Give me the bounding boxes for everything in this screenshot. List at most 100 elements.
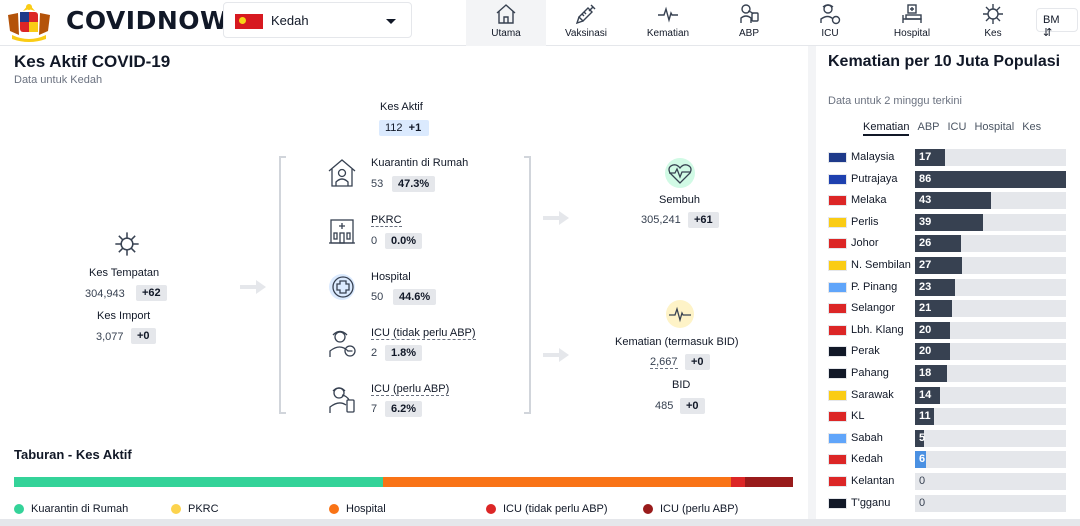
bid-delta: +0 <box>680 398 705 414</box>
ventilator-patient-icon <box>329 387 355 413</box>
bar-track: 11 <box>915 408 1066 426</box>
bar-value: 20 <box>919 323 932 336</box>
malaysia-coat-of-arms-logo[interactable] <box>2 1 56 43</box>
legend-label: ICU (perlu ABP) <box>660 503 739 515</box>
nav-kematian[interactable]: Kematian <box>628 0 708 46</box>
state-name: Putrajaya <box>851 172 898 185</box>
nav-hospital[interactable]: Hospital <box>872 0 952 46</box>
state-row[interactable]: Lbh. Klang 20 <box>828 321 1078 339</box>
distribution-title: Taburan - Kes Aktif <box>14 447 132 462</box>
kedah-flag-icon <box>235 14 263 29</box>
item-label: Hospital <box>371 271 411 283</box>
nav-kes[interactable]: Kes <box>953 0 1033 46</box>
state-name: Perlis <box>851 215 879 228</box>
icu-patient-icon <box>329 330 356 357</box>
item-value: 50 <box>371 291 384 303</box>
legend-dot <box>486 504 496 514</box>
state-name: Johor <box>851 237 879 250</box>
panel-title: Kes Aktif COVID-19 <box>14 52 171 71</box>
item-pct: 1.8% <box>385 345 423 361</box>
legend-dot <box>329 504 339 514</box>
tab-icu[interactable]: ICU <box>948 121 967 136</box>
bid-label: BID <box>672 379 691 391</box>
nav-vaksinasi[interactable]: Vaksinasi <box>546 0 626 46</box>
tab-hospital[interactable]: Hospital <box>974 121 1014 136</box>
state-row[interactable]: Kedah 6 <box>828 451 1078 469</box>
bar-track: 26 <box>915 235 1066 253</box>
state-name: Selangor <box>851 302 896 315</box>
deaths-value[interactable]: 2,667 <box>650 356 678 369</box>
legend-label: ICU (tidak perlu ABP) <box>503 503 608 515</box>
legend-item-pkrc: PKRC <box>171 503 219 515</box>
legend-label: PKRC <box>188 503 219 515</box>
nav-icu[interactable]: ICU <box>790 0 870 46</box>
state-row[interactable]: Kelantan 0 <box>828 473 1078 490</box>
state-row[interactable]: Melaka 43 <box>828 192 1078 210</box>
nav-utama[interactable]: Utama <box>466 0 546 46</box>
tab-abp[interactable]: ABP <box>917 121 939 136</box>
tab-kes[interactable]: Kes <box>1022 121 1041 136</box>
active-cases-label: Kes Aktif <box>380 101 423 113</box>
state-row[interactable]: Perak 20 <box>828 343 1078 361</box>
state-row[interactable]: Pahang 18 <box>828 365 1078 382</box>
bar-value: 0 <box>919 475 926 487</box>
import-cases-delta: +0 <box>131 328 156 344</box>
state-select[interactable]: Kedah <box>223 2 412 38</box>
tab-kematian[interactable]: Kematian <box>863 121 910 136</box>
state-flag-icon <box>828 152 847 163</box>
state-row[interactable]: Perlis 39 <box>828 213 1078 231</box>
state-name: Pahang <box>851 367 889 379</box>
item-label: Kuarantin di Rumah <box>371 157 469 169</box>
item-label[interactable]: ICU (perlu ABP) <box>371 383 450 396</box>
state-row[interactable]: P. Pinang 23 <box>828 278 1078 296</box>
legend-dot <box>14 504 24 514</box>
hospital-bed-icon <box>902 4 922 23</box>
legend-dot <box>171 504 181 514</box>
distribution-segment <box>730 477 745 487</box>
local-cases-value: 304,943 <box>85 288 125 300</box>
bracket-left <box>279 156 286 414</box>
virus-icon <box>983 4 1003 24</box>
home-quarantine-icon <box>328 159 356 187</box>
nav-label: Hospital <box>893 28 931 39</box>
distribution-bar <box>14 477 794 487</box>
state-name: Melaka <box>851 194 887 207</box>
item-label[interactable]: PKRC <box>371 214 402 227</box>
state-flag-icon <box>828 346 847 358</box>
state-row[interactable]: Selangor 21 <box>828 300 1078 318</box>
bar-track: 0 <box>915 473 1066 490</box>
language-select[interactable]: BM ⇵ <box>1036 8 1078 39</box>
sort-arrows-icon: ⇵ <box>1043 27 1053 39</box>
state-row[interactable]: N. Sembilan 27 <box>828 257 1078 274</box>
recovered-delta: +61 <box>688 212 719 228</box>
state-flag-icon <box>828 324 847 336</box>
legend-item-icu-no-abp: ICU (tidak perlu ABP) <box>486 503 608 515</box>
state-name: KL <box>851 410 865 423</box>
state-row[interactable]: Sarawak 14 <box>828 386 1078 404</box>
top-header: COVIDNOW Kedah Utama Vaksinasi Kematian … <box>0 0 1080 46</box>
state-row[interactable]: Putrajaya 86 <box>828 170 1078 188</box>
item-label[interactable]: ICU (tidak perlu ABP) <box>371 327 476 340</box>
state-flag-icon <box>828 195 847 207</box>
state-row[interactable]: Malaysia 17 <box>828 149 1078 166</box>
active-cases-value: 112 <box>385 122 403 134</box>
bar-track: 0 <box>915 494 1066 512</box>
state-row[interactable]: KL 11 <box>828 408 1078 426</box>
state-name: Kelantan <box>851 475 895 487</box>
state-flag-icon <box>828 476 847 487</box>
item-pct: 6.2% <box>385 401 423 417</box>
bid-value: 485 <box>655 400 674 412</box>
item-pct: 44.6% <box>393 289 437 305</box>
brand-title[interactable]: COVIDNOW <box>66 6 228 35</box>
nav-label: ICU <box>821 28 839 39</box>
state-row[interactable]: Sabah 5 <box>828 429 1078 447</box>
heart-pulse-icon <box>665 158 695 188</box>
state-row[interactable]: T'gganu 0 <box>828 494 1078 512</box>
pulse-icon <box>666 300 694 328</box>
nav-abp[interactable]: ABP <box>709 0 789 46</box>
deaths-per-10m-panel: Kematian per 10 Juta Populasi Data untuk… <box>816 46 1080 526</box>
state-row[interactable]: Johor 26 <box>828 235 1078 253</box>
legend-item-hospital: Hospital <box>329 503 386 515</box>
distribution-segment <box>382 477 731 487</box>
bar-value: 17 <box>919 151 932 163</box>
